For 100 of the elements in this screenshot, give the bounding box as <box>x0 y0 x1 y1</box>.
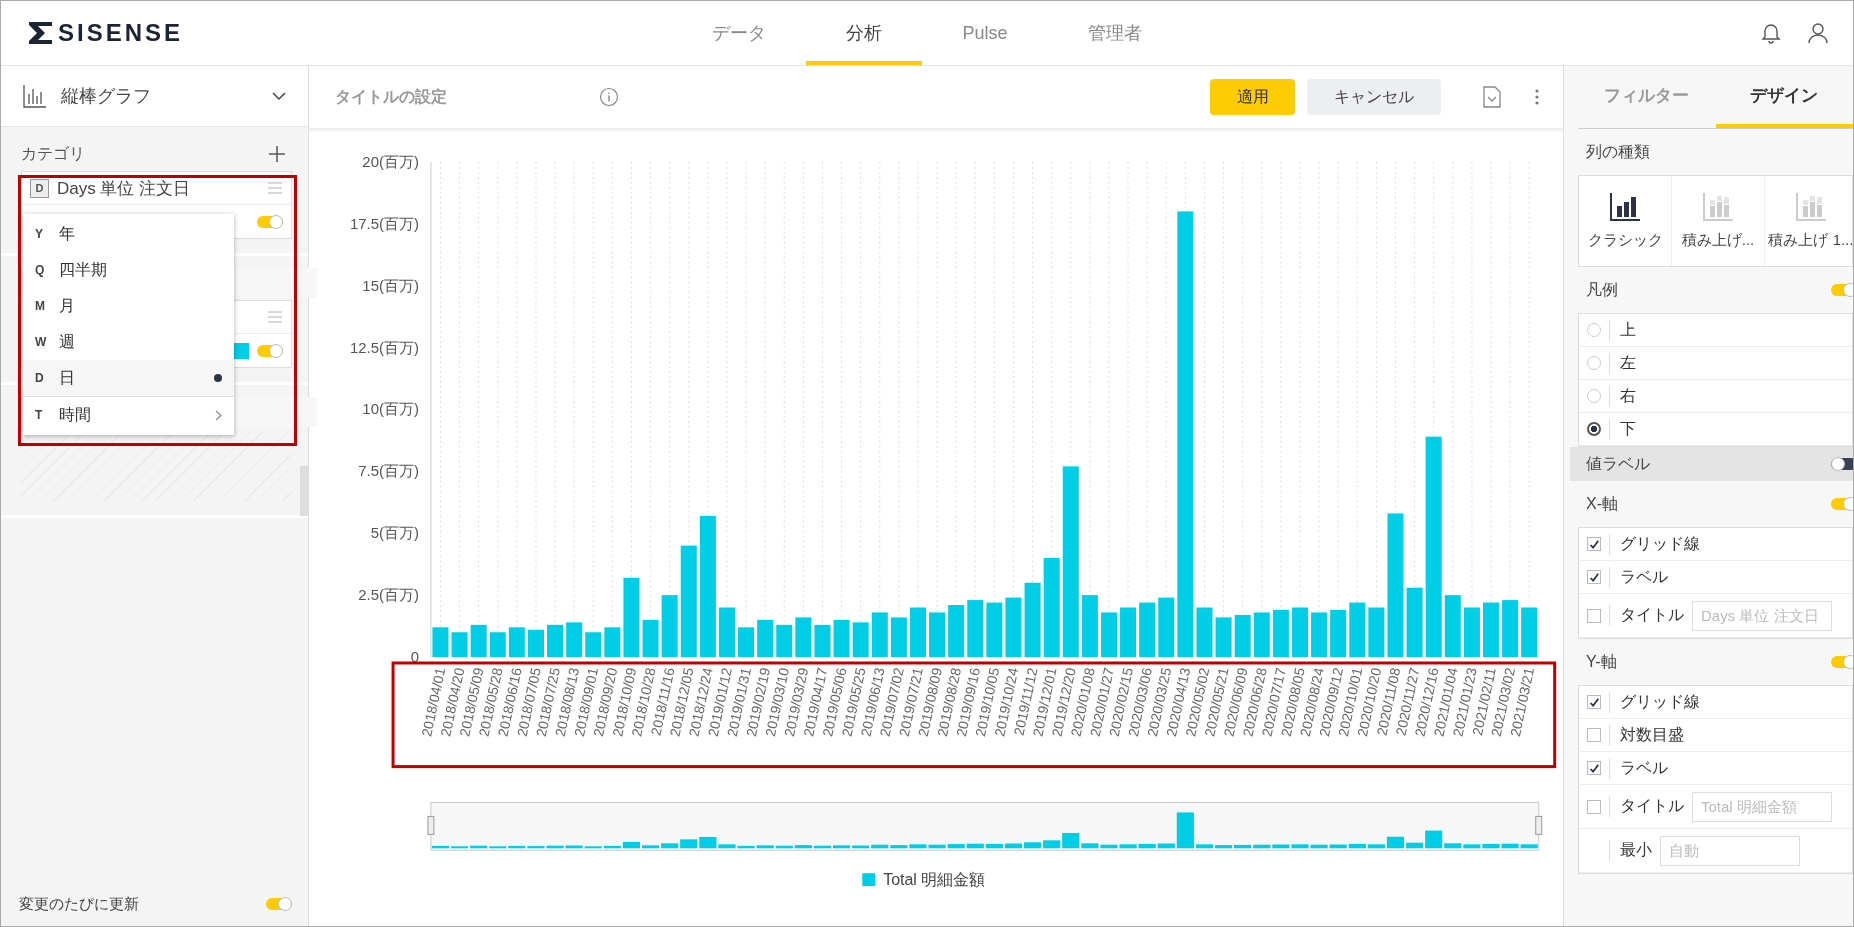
bar <box>1272 609 1289 657</box>
checkbox[interactable] <box>1587 537 1601 551</box>
toggle-switch[interactable] <box>257 215 283 228</box>
toggle-switch[interactable] <box>1831 498 1853 510</box>
menu-item[interactable]: D 日 <box>23 360 234 396</box>
legend-label[interactable]: Total 明細金額 <box>883 871 986 889</box>
bar <box>432 627 449 657</box>
apply-button[interactable]: 適用 <box>1210 79 1295 115</box>
bar <box>871 612 888 657</box>
chart-type-label: 縦棒グラフ <box>61 85 151 108</box>
option-label: 右 <box>1609 385 1636 407</box>
drag-handle-icon[interactable] <box>267 182 283 194</box>
bar <box>1196 607 1213 657</box>
bar <box>795 617 812 657</box>
bar <box>1502 600 1519 657</box>
option-label: 下 <box>1609 418 1636 440</box>
drag-handle-icon[interactable] <box>267 311 283 323</box>
bar <box>1482 602 1499 657</box>
option-label: ラベル <box>1609 757 1668 779</box>
bar <box>451 632 468 657</box>
checkbox[interactable] <box>1587 799 1601 814</box>
range-navigator[interactable] <box>427 801 1543 851</box>
export-icon[interactable] <box>1483 86 1501 108</box>
bar <box>527 629 544 657</box>
section-title: Y-軸 <box>1586 651 1617 672</box>
section-title: X-軸 <box>1586 493 1618 514</box>
checkbox[interactable] <box>1587 728 1601 742</box>
column-type-label: クラシック <box>1587 230 1663 250</box>
logo-wordmark: SISENSE <box>58 19 184 47</box>
bar <box>967 600 984 657</box>
bar <box>1291 607 1308 657</box>
section-title: 値ラベル <box>1586 453 1650 474</box>
section-title: 列の種類 <box>1586 141 1650 162</box>
bar <box>1521 607 1538 657</box>
option-label: ラベル <box>1609 566 1668 588</box>
bar <box>1406 587 1423 657</box>
nav-tab[interactable]: 管理者 <box>1047 1 1182 65</box>
info-icon[interactable] <box>599 87 619 107</box>
bar <box>642 619 659 657</box>
nav-tab[interactable]: Pulse <box>922 1 1048 65</box>
bar <box>1330 609 1347 657</box>
checkbox[interactable] <box>1587 761 1601 775</box>
option-label: 左 <box>1609 352 1636 374</box>
section-title: カテゴリ <box>21 143 85 164</box>
bar <box>909 607 926 657</box>
y-axis-label: 20(百万) <box>362 152 419 170</box>
bar <box>1234 614 1251 657</box>
toggle-switch[interactable] <box>1831 284 1853 296</box>
logo-icon <box>28 21 54 45</box>
column-type-label: 積み上げ 1... <box>1768 230 1853 250</box>
toggle-switch[interactable] <box>266 898 292 910</box>
bar <box>1120 607 1137 657</box>
auto-update-label: 変更のたびに更新 <box>19 894 139 914</box>
y-axis-label: 0 <box>410 648 419 665</box>
y-axis-label: 2.5(百万) <box>358 586 419 604</box>
toggle-switch[interactable] <box>1831 656 1853 668</box>
nav-tab[interactable]: データ <box>672 1 807 65</box>
menu-item[interactable]: W 週 <box>23 324 234 360</box>
column-type-option[interactable]: 積み上げ 1... <box>1765 176 1853 266</box>
field-type-badge: D <box>30 178 49 198</box>
input-field[interactable]: Days 単位 注文日 <box>1692 600 1832 631</box>
collapse-handle[interactable] <box>300 466 309 516</box>
bar <box>776 624 793 657</box>
bar <box>1349 602 1366 657</box>
chevron-down-icon[interactable] <box>272 91 286 101</box>
cancel-button[interactable]: キャンセル <box>1307 79 1441 115</box>
bar <box>470 624 487 657</box>
menu-item[interactable]: M 月 <box>23 288 234 324</box>
field-label: Days 単位 注文日 <box>57 177 191 200</box>
bar <box>929 612 946 657</box>
bar <box>1139 602 1156 657</box>
panel-tab[interactable]: デザイン <box>1715 66 1853 128</box>
bar <box>852 622 869 657</box>
more-icon[interactable] <box>1535 89 1539 105</box>
plus-icon[interactable] <box>268 145 286 163</box>
bar <box>508 627 525 657</box>
option-label: タイトル <box>1609 796 1684 817</box>
option-label: グリッド線 <box>1609 691 1700 713</box>
chevron-right-icon <box>215 409 222 421</box>
section-title: 凡例 <box>1586 279 1618 300</box>
checkbox[interactable] <box>1587 695 1601 709</box>
stacked-bar-icon <box>1796 192 1826 221</box>
radio-button[interactable] <box>1587 422 1601 436</box>
option-label: グリッド線 <box>1609 533 1700 555</box>
bar <box>718 607 735 657</box>
user-icon[interactable] <box>1807 22 1829 44</box>
bell-icon[interactable] <box>1761 22 1781 44</box>
column-type-option[interactable]: 積み上げ... <box>1672 176 1765 266</box>
bar <box>986 602 1003 657</box>
toggle-switch[interactable] <box>257 344 283 357</box>
input-field[interactable]: Total 明細金額 <box>1692 791 1832 822</box>
menu-item[interactable]: Q 四半期 <box>23 252 234 288</box>
checkbox[interactable] <box>1587 608 1601 623</box>
toggle-switch[interactable] <box>1831 458 1853 470</box>
menu-item[interactable]: T 時間 <box>23 397 234 433</box>
input-field[interactable]: 自動 <box>1660 835 1800 866</box>
y-axis-label: 15(百万) <box>362 276 419 294</box>
checkbox[interactable] <box>1587 570 1601 584</box>
y-axis-label: 17.5(百万) <box>349 214 419 232</box>
column-type-option[interactable]: クラシック <box>1579 176 1672 266</box>
